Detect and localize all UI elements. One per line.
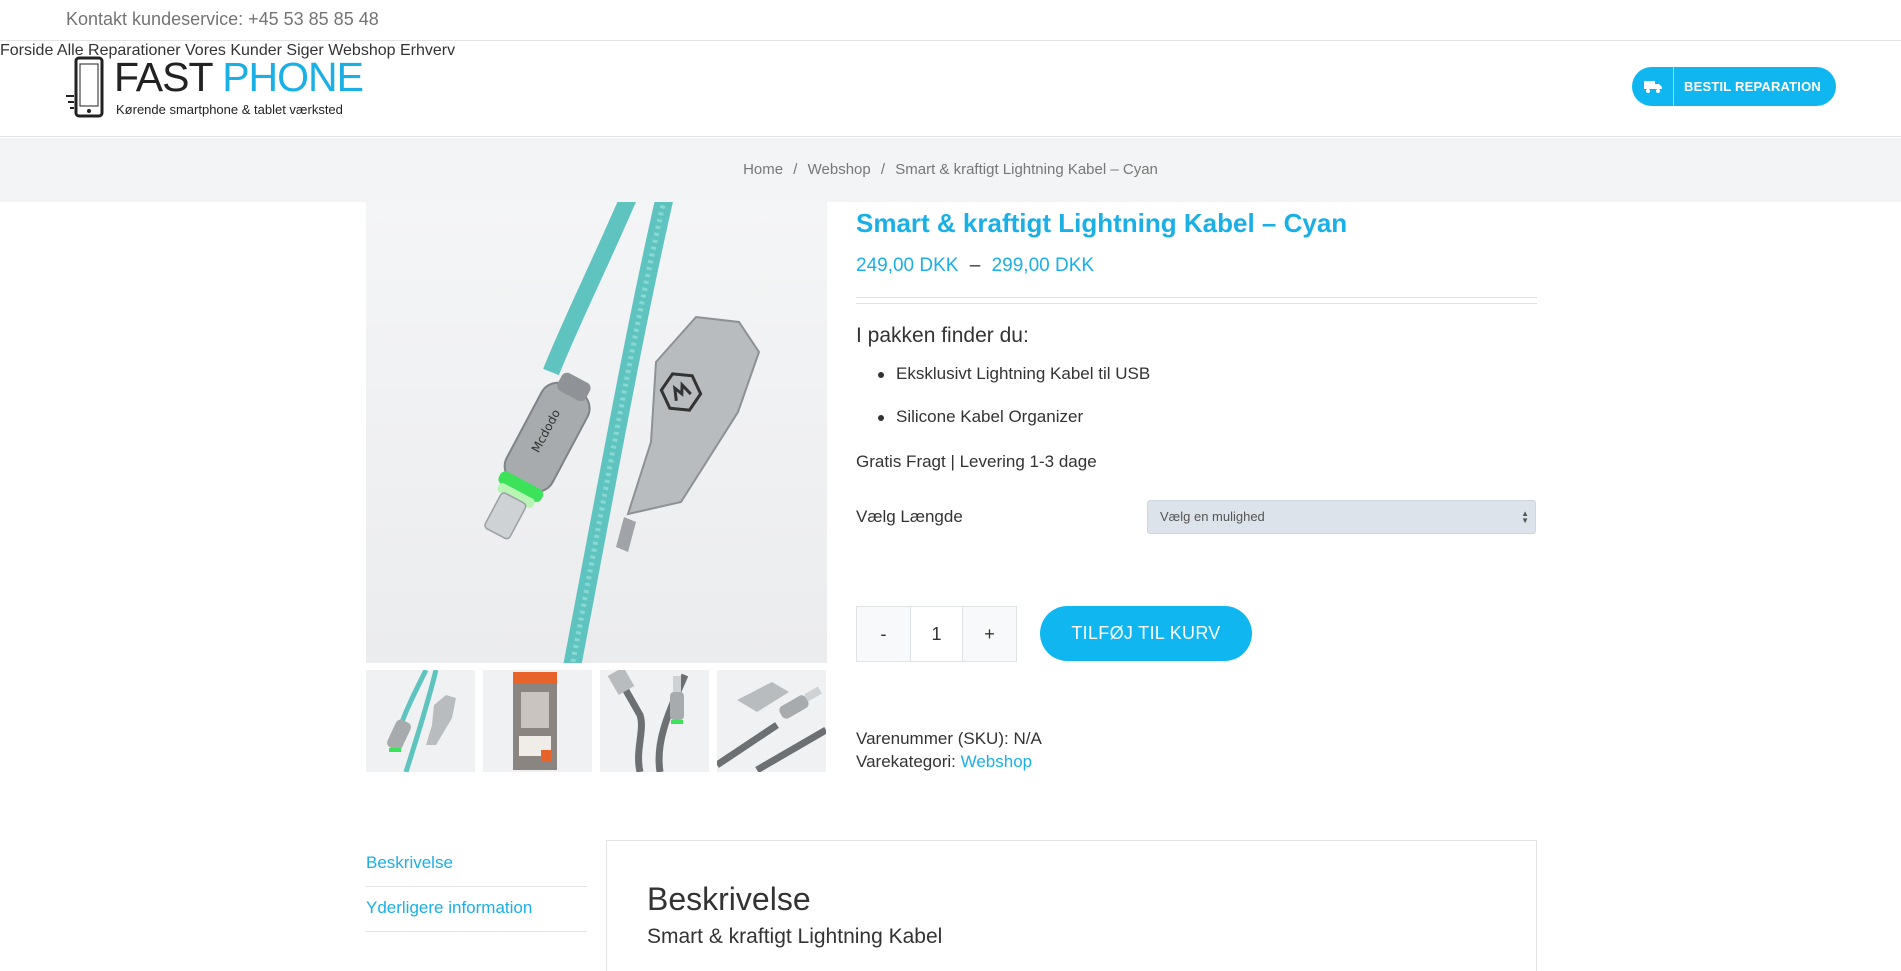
add-to-cart-button[interactable]: TILFØJ TIL KURV <box>1040 606 1252 661</box>
product-title: Smart & kraftigt Lightning Kabel – Cyan <box>856 208 1348 238</box>
shipping-info: Gratis Fragt | Levering 1-3 dage <box>856 452 1097 471</box>
logo-wordmark: FAST PHONE <box>114 54 364 101</box>
product-tabs: Beskrivelse Yderligere information <box>366 842 587 932</box>
contact-phone: Kontakt kundeservice: +45 53 85 85 48 <box>66 9 379 29</box>
product-thumbnail-4[interactable] <box>717 670 826 772</box>
breadcrumb: Home / Webshop / Smart & kraftigt Lightn… <box>0 161 1901 178</box>
sku-text: Varenummer (SKU): N/A <box>856 729 1042 748</box>
site-logo[interactable]: FAST PHONE Kørende smartphone & tablet v… <box>66 54 364 120</box>
panel-subheading: Smart & kraftigt Lightning Kabel <box>647 925 943 948</box>
package-contents-list: Eksklusivt Lightning Kabel til USB Silic… <box>877 364 1150 450</box>
breadcrumb-webshop[interactable]: Webshop <box>808 161 871 178</box>
logo-fast: FAST <box>114 54 213 100</box>
tab-beskrivelse[interactable]: Beskrivelse <box>366 842 587 887</box>
category-link[interactable]: Webshop <box>961 752 1033 771</box>
divider <box>856 297 1537 304</box>
product-thumbnail-1[interactable] <box>366 670 475 772</box>
package-heading: I pakken finder du: <box>856 324 1029 347</box>
list-item: Eksklusivt Lightning Kabel til USB <box>877 364 1150 407</box>
tab-panel-description: Beskrivelse Smart & kraftigt Lightning K… <box>606 840 1537 971</box>
quantity-input[interactable]: 1 <box>910 607 963 661</box>
product-thumbnails <box>366 670 827 772</box>
price-min: 249,00 DKK <box>856 255 959 276</box>
breadcrumb-home[interactable]: Home <box>743 161 783 178</box>
product-thumbnail-3[interactable] <box>600 670 709 772</box>
nav-forside[interactable]: Forside <box>0 42 53 59</box>
price-separator: – <box>969 255 981 276</box>
list-item: Silicone Kabel Organizer <box>877 407 1150 450</box>
panel-heading: Beskrivelse <box>647 881 811 917</box>
phone-logo-icon <box>66 56 104 118</box>
quantity-increase-button[interactable]: + <box>963 607 1016 661</box>
length-select-value: Vælg en mulighed <box>1160 509 1265 524</box>
book-repair-label: BESTIL REPARATION <box>1684 79 1822 94</box>
product-main-image[interactable]: Mcdodo <box>366 202 827 663</box>
top-bar: Kontakt kundeservice: +45 53 85 85 48 <box>0 0 1901 41</box>
product-thumbnail-2[interactable] <box>483 670 592 772</box>
logo-tagline: Kørende smartphone & tablet værksted <box>116 102 343 117</box>
quantity-decrease-button[interactable]: - <box>857 607 910 661</box>
length-select[interactable]: Vælg en mulighed ▲ ▼ <box>1147 500 1536 534</box>
price-max: 299,00 DKK <box>991 255 1095 276</box>
nav-erhverv[interactable]: Erhverv <box>400 42 455 59</box>
book-repair-button[interactable]: BESTIL REPARATION <box>1632 67 1836 106</box>
breadcrumb-band: Home / Webshop / Smart & kraftigt Lightn… <box>0 138 1901 202</box>
select-arrows-icon: ▲ ▼ <box>1521 509 1529 525</box>
product-price: 249,00 DKK – 299,00 DKK <box>856 255 1094 277</box>
breadcrumb-separator: / <box>793 161 798 178</box>
length-label: Vælg Længde <box>856 507 963 526</box>
truck-icon <box>1632 67 1674 106</box>
breadcrumb-separator: / <box>880 161 886 178</box>
breadcrumb-current: Smart & kraftigt Lightning Kabel – Cyan <box>895 161 1158 178</box>
quantity-stepper: - 1 + <box>856 606 1017 662</box>
tab-yderligere-information[interactable]: Yderligere information <box>366 887 587 932</box>
product-meta: Varenummer (SKU): N/A Varekategori: Webs… <box>856 727 1042 773</box>
category-label: Varekategori: <box>856 752 956 771</box>
site-header: FAST PHONE Kørende smartphone & tablet v… <box>0 42 1901 137</box>
category-line: Varekategori: Webshop <box>856 750 1042 773</box>
logo-phone: PHONE <box>222 54 364 100</box>
